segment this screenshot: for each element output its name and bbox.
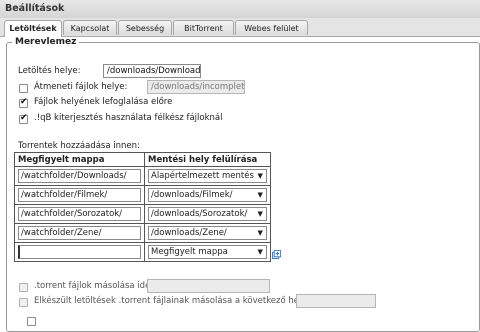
select-value: /downloads/Sorozatok/	[151, 209, 248, 219]
copy-finished-label: Elkészült letöltések .torrent fájlainak …	[34, 296, 318, 306]
watch-folder-input[interactable]: /watchfolder/Filmek/	[18, 188, 141, 202]
tab-webui[interactable]: Webes felület	[235, 20, 308, 35]
fieldset-legend: Merevlemez	[12, 37, 80, 47]
watch-folder-input[interactable]: /watchfolder/Sorozatok/	[18, 207, 141, 221]
dropdown-arrow-icon: ▼	[257, 191, 263, 199]
select-value: /downloads/Zene/	[151, 228, 227, 238]
tab-speed[interactable]: Sebesség	[118, 20, 172, 35]
prealloc-label: Fájlok helyének lefoglalása előre	[34, 97, 173, 107]
copy-finished-checkbox[interactable]	[19, 298, 28, 307]
save-location-select[interactable]: /downloads/Sorozatok/ ▼	[148, 207, 267, 221]
copy-finished-input[interactable]	[296, 294, 376, 308]
save-location-select[interactable]: Alapértelmezett mentés ▼	[148, 169, 267, 183]
temp-path-checkbox[interactable]	[19, 84, 28, 93]
tab-connection[interactable]: Kapcsolat	[63, 20, 117, 35]
watch-caption: Torrentek hozzáadása innen:	[18, 141, 140, 151]
table-row: /watchfolder/Downloads/ Alapértelmezett …	[14, 166, 271, 186]
temp-path-label: Átmeneti fájlok helye:	[34, 82, 128, 92]
dropdown-arrow-icon: ▼	[257, 210, 263, 218]
dropdown-arrow-icon: ▼	[257, 229, 263, 237]
watch-folder-input[interactable]: /watchfolder/Downloads/	[18, 169, 141, 183]
tab-bittorrent[interactable]: BitTorrent	[173, 20, 234, 35]
save-location-select[interactable]: /downloads/Filmek/ ▼	[148, 188, 267, 202]
table-row: /watchfolder/Sorozatok/ /downloads/Soroz…	[14, 204, 271, 224]
select-value: Megfigyelt mappa	[151, 247, 228, 257]
save-path-input[interactable]: /downloads/Downloads/	[103, 64, 201, 78]
table-row: Megfigyelt mappa ▼	[14, 242, 271, 262]
new-save-location-select[interactable]: Megfigyelt mappa ▼	[148, 245, 267, 259]
save-location-select[interactable]: /downloads/Zene/ ▼	[148, 226, 267, 240]
copy-torrent-checkbox[interactable]	[19, 283, 28, 292]
col-header-folder: Megfigyelt mappa	[14, 152, 145, 167]
incomplete-ext-label: .!qB kiterjesztés használata félkész fáj…	[34, 113, 223, 123]
copy-torrent-label: .torrent fájlok másolása ide:	[34, 281, 154, 291]
col-header-save: Mentési hely felülírása	[144, 152, 271, 167]
watch-folder-input[interactable]: /watchfolder/Zene/	[18, 226, 141, 240]
temp-path-input[interactable]: /downloads/incomplete/	[147, 80, 245, 94]
table-header-row: Megfigyelt mappa Mentési hely felülírása	[14, 152, 271, 167]
select-value: Alapértelmezett mentés	[151, 171, 254, 181]
window-titlebar: Beállítások	[0, 0, 480, 19]
watch-folder-table: Megfigyelt mappa Mentési hely felülírása…	[14, 152, 271, 262]
dropdown-arrow-icon: ▼	[257, 172, 263, 180]
copy-torrent-input[interactable]	[147, 279, 270, 293]
table-row: /watchfolder/Zene/ /downloads/Zene/ ▼	[14, 223, 271, 243]
window-title: Beállítások	[5, 3, 65, 14]
dropdown-arrow-icon: ▼	[257, 248, 263, 256]
incomplete-ext-checkbox[interactable]	[19, 113, 28, 124]
add-row-icon[interactable]	[272, 250, 281, 259]
new-watch-folder-input[interactable]	[18, 245, 141, 259]
save-path-label: Letöltés helye:	[18, 66, 81, 76]
tab-downloads[interactable]: Letöltések	[4, 20, 62, 37]
prealloc-checkbox[interactable]	[19, 97, 28, 108]
table-row: /watchfolder/Filmek/ /downloads/Filmek/ ▼	[14, 185, 271, 205]
tab-bar: Letöltések Kapcsolat Sebesség BitTorrent…	[0, 18, 480, 37]
select-value: /downloads/Filmek/	[151, 190, 233, 200]
